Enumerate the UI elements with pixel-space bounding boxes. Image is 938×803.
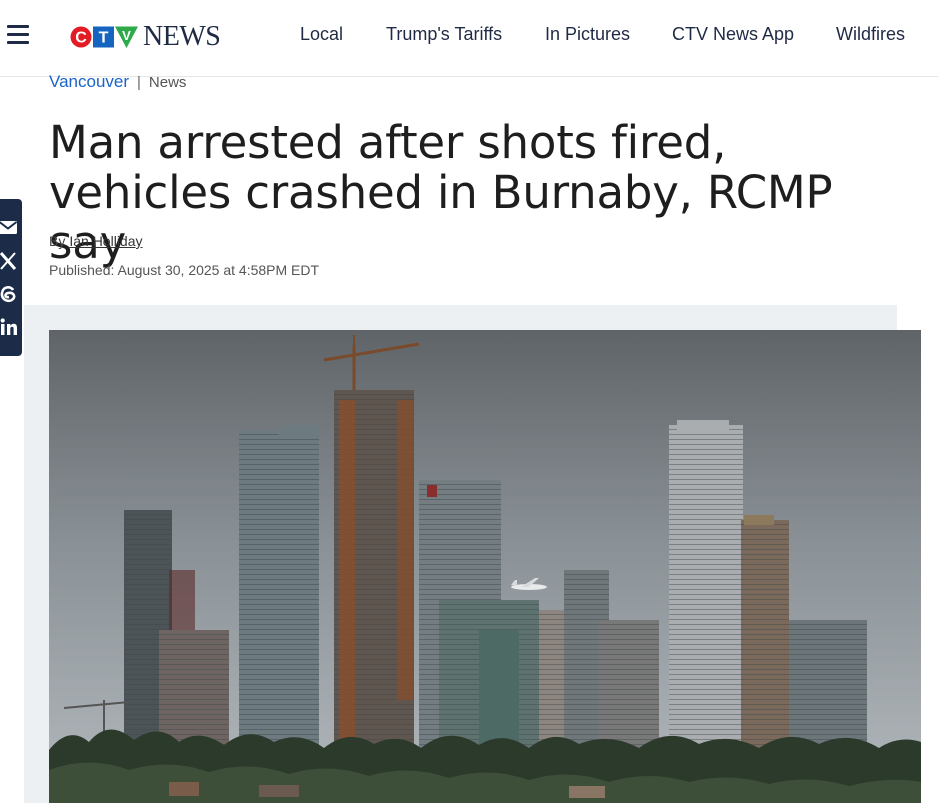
menu-icon[interactable] bbox=[7, 25, 29, 45]
byline: By Ian Holliday bbox=[49, 233, 143, 249]
nav-item-in-pictures[interactable]: In Pictures bbox=[545, 24, 630, 45]
email-icon[interactable] bbox=[0, 216, 18, 238]
byline-prefix: By bbox=[49, 233, 66, 249]
linkedin-icon[interactable] bbox=[0, 316, 18, 338]
skyline-photo bbox=[49, 330, 921, 803]
ctv-logo-mark: C T V bbox=[70, 26, 138, 48]
logo-letter-c: C bbox=[75, 30, 87, 47]
logo-letter-t: T bbox=[99, 30, 109, 47]
published-date: Published: August 30, 2025 at 4:58PM EDT bbox=[49, 262, 320, 278]
threads-icon[interactable] bbox=[0, 283, 18, 305]
ctv-news-logo[interactable]: C T V NEWS bbox=[70, 21, 221, 52]
author-link[interactable]: Ian Holliday bbox=[69, 233, 142, 249]
hero-image bbox=[49, 330, 921, 803]
nav-item-local[interactable]: Local bbox=[300, 24, 343, 45]
share-rail bbox=[0, 199, 22, 356]
nav-item-trumps-tariffs[interactable]: Trump's Tariffs bbox=[386, 24, 502, 45]
logo-word: NEWS bbox=[143, 21, 221, 52]
x-icon[interactable] bbox=[0, 250, 18, 272]
nav-item-ctv-news-app[interactable]: CTV News App bbox=[672, 24, 794, 45]
article-title: Man arrested after shots fired, vehicles… bbox=[49, 116, 833, 269]
logo-letter-v: V bbox=[122, 28, 131, 43]
breadcrumb-subsection: News bbox=[148, 73, 187, 91]
breadcrumb: Vancouver | News bbox=[49, 72, 186, 92]
site-header: C T V NEWS Local Trump's Tariffs In Pict… bbox=[0, 0, 938, 77]
nav-item-wildfires[interactable]: Wildfires bbox=[836, 24, 905, 45]
breadcrumb-separator: | bbox=[137, 73, 141, 91]
breadcrumb-section-link[interactable]: Vancouver bbox=[49, 72, 129, 92]
